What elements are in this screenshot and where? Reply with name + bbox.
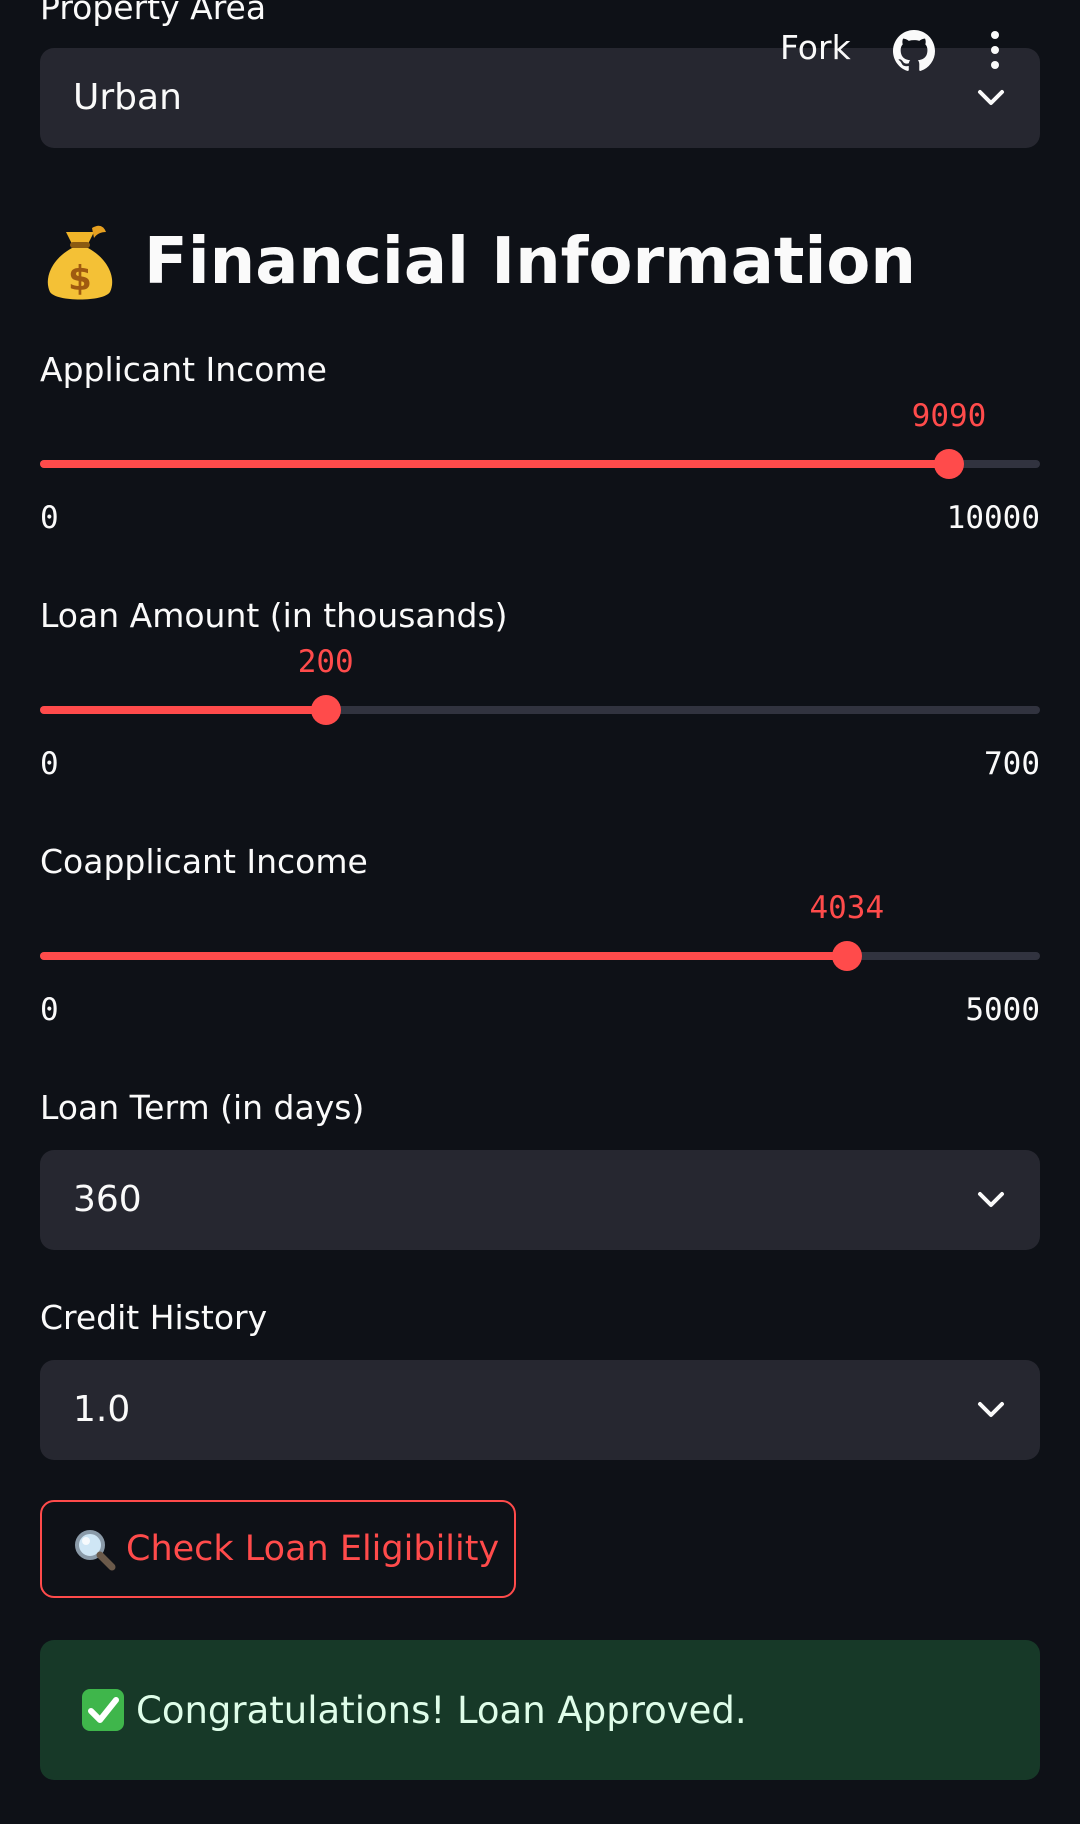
- slider-min-label: 0: [40, 746, 59, 782]
- money-bag-icon: $: [47, 225, 113, 300]
- chevron-down-icon: [978, 90, 1004, 105]
- slider-thumb[interactable]: [934, 449, 964, 479]
- coapplicant-income-slider[interactable]: 4034: [40, 890, 1040, 971]
- loan-term-value: 360: [73, 1179, 142, 1220]
- magnifier-icon: [75, 1530, 116, 1571]
- svg-text:$: $: [68, 259, 92, 299]
- credit-history-select[interactable]: 1.0: [40, 1360, 1040, 1460]
- credit-history-label: Credit History: [40, 1298, 268, 1337]
- chevron-down-icon: [978, 1192, 1004, 1207]
- slider-thumb[interactable]: [831, 941, 862, 971]
- property-area-value: Urban: [73, 77, 182, 118]
- loan-term-select[interactable]: 360: [40, 1150, 1040, 1250]
- slider-fill: [40, 460, 949, 468]
- slider-max-label: 10000: [946, 500, 1040, 536]
- slider-max-label: 700: [984, 746, 1040, 782]
- slider-fill: [40, 706, 326, 714]
- slider-thumb[interactable]: [310, 695, 341, 725]
- slider-fill: [40, 952, 847, 960]
- check-button-label: Check Loan Eligibility: [126, 1529, 500, 1569]
- credit-history-value: 1.0: [73, 1389, 131, 1430]
- slider-max-label: 5000: [965, 992, 1040, 1028]
- financial-information-heading: $ Financial Information: [40, 214, 916, 310]
- loan-amount-slider[interactable]: 200: [40, 644, 1040, 725]
- chevron-down-icon: [978, 1402, 1004, 1417]
- coapplicant-income-label: Coapplicant Income: [40, 842, 368, 881]
- slider-min-label: 0: [40, 500, 59, 536]
- github-icon[interactable]: [893, 30, 935, 72]
- success-alert: Congratulations! Loan Approved.: [40, 1640, 1040, 1780]
- check-loan-eligibility-button[interactable]: Check Loan Eligibility: [40, 1500, 516, 1598]
- applicant-income-slider[interactable]: 9090: [40, 398, 1040, 479]
- success-message: Congratulations! Loan Approved.: [136, 1688, 747, 1732]
- slider-current-value: 9090: [911, 398, 987, 434]
- slider-current-value: 200: [297, 644, 354, 680]
- slider-current-value: 4034: [809, 890, 885, 926]
- fork-link[interactable]: Fork: [780, 28, 851, 67]
- loan-amount-label: Loan Amount (in thousands): [40, 596, 508, 635]
- kebab-menu-icon[interactable]: [986, 30, 1004, 70]
- check-mark-icon: [82, 1689, 124, 1731]
- applicant-income-label: Applicant Income: [40, 350, 327, 389]
- property-area-label: Property Area: [40, 0, 267, 27]
- loan-term-label: Loan Term (in days): [40, 1088, 365, 1127]
- property-area-select[interactable]: Urban: [40, 48, 1040, 148]
- slider-min-label: 0: [40, 992, 59, 1028]
- section-title-text: Financial Information: [144, 225, 916, 299]
